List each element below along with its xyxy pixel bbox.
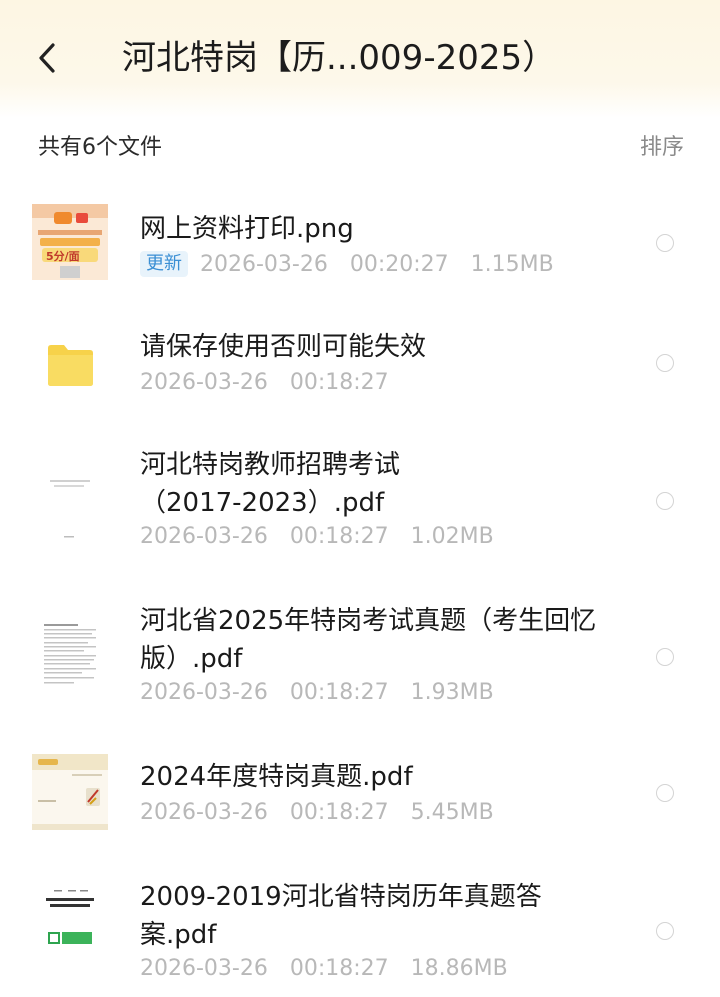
file-size: 1.15MB xyxy=(470,252,554,277)
image-thumbnail: 5分/面 xyxy=(32,204,108,280)
update-badge: 更新 xyxy=(140,251,188,277)
file-meta: 2026-03-26 00:18:27 18.86MB xyxy=(140,954,530,984)
list-item[interactable]: 2024年度特岗真题.pdf 2026-03-26 00:18:27 5.45MB xyxy=(0,752,720,844)
file-browser-screen: 河北特岗【历...009-2025） 共有6个文件 排序 5分/面 网上资料打印… xyxy=(0,0,720,997)
file-date: 2026-03-26 xyxy=(140,524,268,549)
select-radio[interactable] xyxy=(656,354,674,372)
file-time: 00:18:27 xyxy=(289,524,389,549)
file-size: 18.86MB xyxy=(410,956,508,981)
file-meta: 更新 2026-03-26 00:20:27 1.15MB xyxy=(140,250,576,280)
file-date: 2026-03-26 xyxy=(140,956,268,981)
file-size: 5.45MB xyxy=(410,800,494,825)
pdf-thumbnail xyxy=(32,466,108,542)
file-name: 2024年度特岗真题.pdf xyxy=(140,762,413,792)
file-size: 1.02MB xyxy=(410,524,494,549)
file-meta: 2026-03-26 00:18:27 1.02MB xyxy=(140,522,516,552)
file-size: 1.93MB xyxy=(410,680,494,705)
folder-icon xyxy=(32,324,108,400)
svg-text:5分/面: 5分/面 xyxy=(46,249,80,263)
file-date: 2026-03-26 xyxy=(140,800,268,825)
select-radio[interactable] xyxy=(656,784,674,802)
list-item[interactable]: 河北省2025年特岗考试真题（考生回忆版）.pdf 2026-03-26 00:1… xyxy=(0,596,720,726)
file-time: 00:18:27 xyxy=(289,956,389,981)
file-meta: 2026-03-26 00:18:27 5.45MB xyxy=(140,798,516,828)
file-date: 2026-03-26 xyxy=(200,252,328,277)
select-radio[interactable] xyxy=(656,492,674,510)
file-time: 00:18:27 xyxy=(289,370,389,395)
file-count-label: 共有6个文件 xyxy=(38,135,162,160)
list-item[interactable]: 河北特岗教师招聘考试（2017-2023）.pdf 2026-03-26 00:1… xyxy=(0,440,720,570)
list-item[interactable]: 5分/面 网上资料打印.png 更新 2026-03-26 00:20:27 1.15… xyxy=(0,190,720,300)
sort-button[interactable]: 排序 xyxy=(640,132,684,164)
select-radio[interactable] xyxy=(656,234,674,252)
file-meta: 2026-03-26 00:18:27 xyxy=(140,368,411,398)
pdf-thumbnail xyxy=(32,616,108,692)
select-radio[interactable] xyxy=(656,648,674,666)
select-radio[interactable] xyxy=(656,922,674,940)
file-name: 请保存使用否则可能失效 xyxy=(140,332,427,362)
list-item[interactable]: 请保存使用否则可能失效 2026-03-26 00:18:27 xyxy=(0,318,720,410)
file-name: 河北特岗教师招聘考试（2017-2023）.pdf xyxy=(140,450,401,518)
file-date: 2026-03-26 xyxy=(140,370,268,395)
list-item[interactable]: 2009-2019河北省特岗历年真题答案.pdf 2026-03-26 00:18… xyxy=(0,872,720,997)
back-button[interactable] xyxy=(30,36,64,80)
page-title: 河北特岗【历...009-2025） xyxy=(122,38,557,78)
file-date: 2026-03-26 xyxy=(140,680,268,705)
pdf-thumbnail xyxy=(32,886,108,962)
file-name: 2009-2019河北省特岗历年真题答案.pdf xyxy=(140,882,542,950)
file-time: 00:18:27 xyxy=(289,680,389,705)
file-time: 00:18:27 xyxy=(289,800,389,825)
chevron-left-icon xyxy=(39,43,55,73)
pdf-thumbnail xyxy=(32,754,108,830)
top-bar: 河北特岗【历...009-2025） xyxy=(0,0,720,118)
file-time: 00:20:27 xyxy=(349,252,449,277)
file-name: 网上资料打印.png xyxy=(140,214,354,244)
file-name: 河北省2025年特岗考试真题（考生回忆版）.pdf xyxy=(140,606,597,674)
file-meta: 2026-03-26 00:18:27 1.93MB xyxy=(140,678,516,708)
